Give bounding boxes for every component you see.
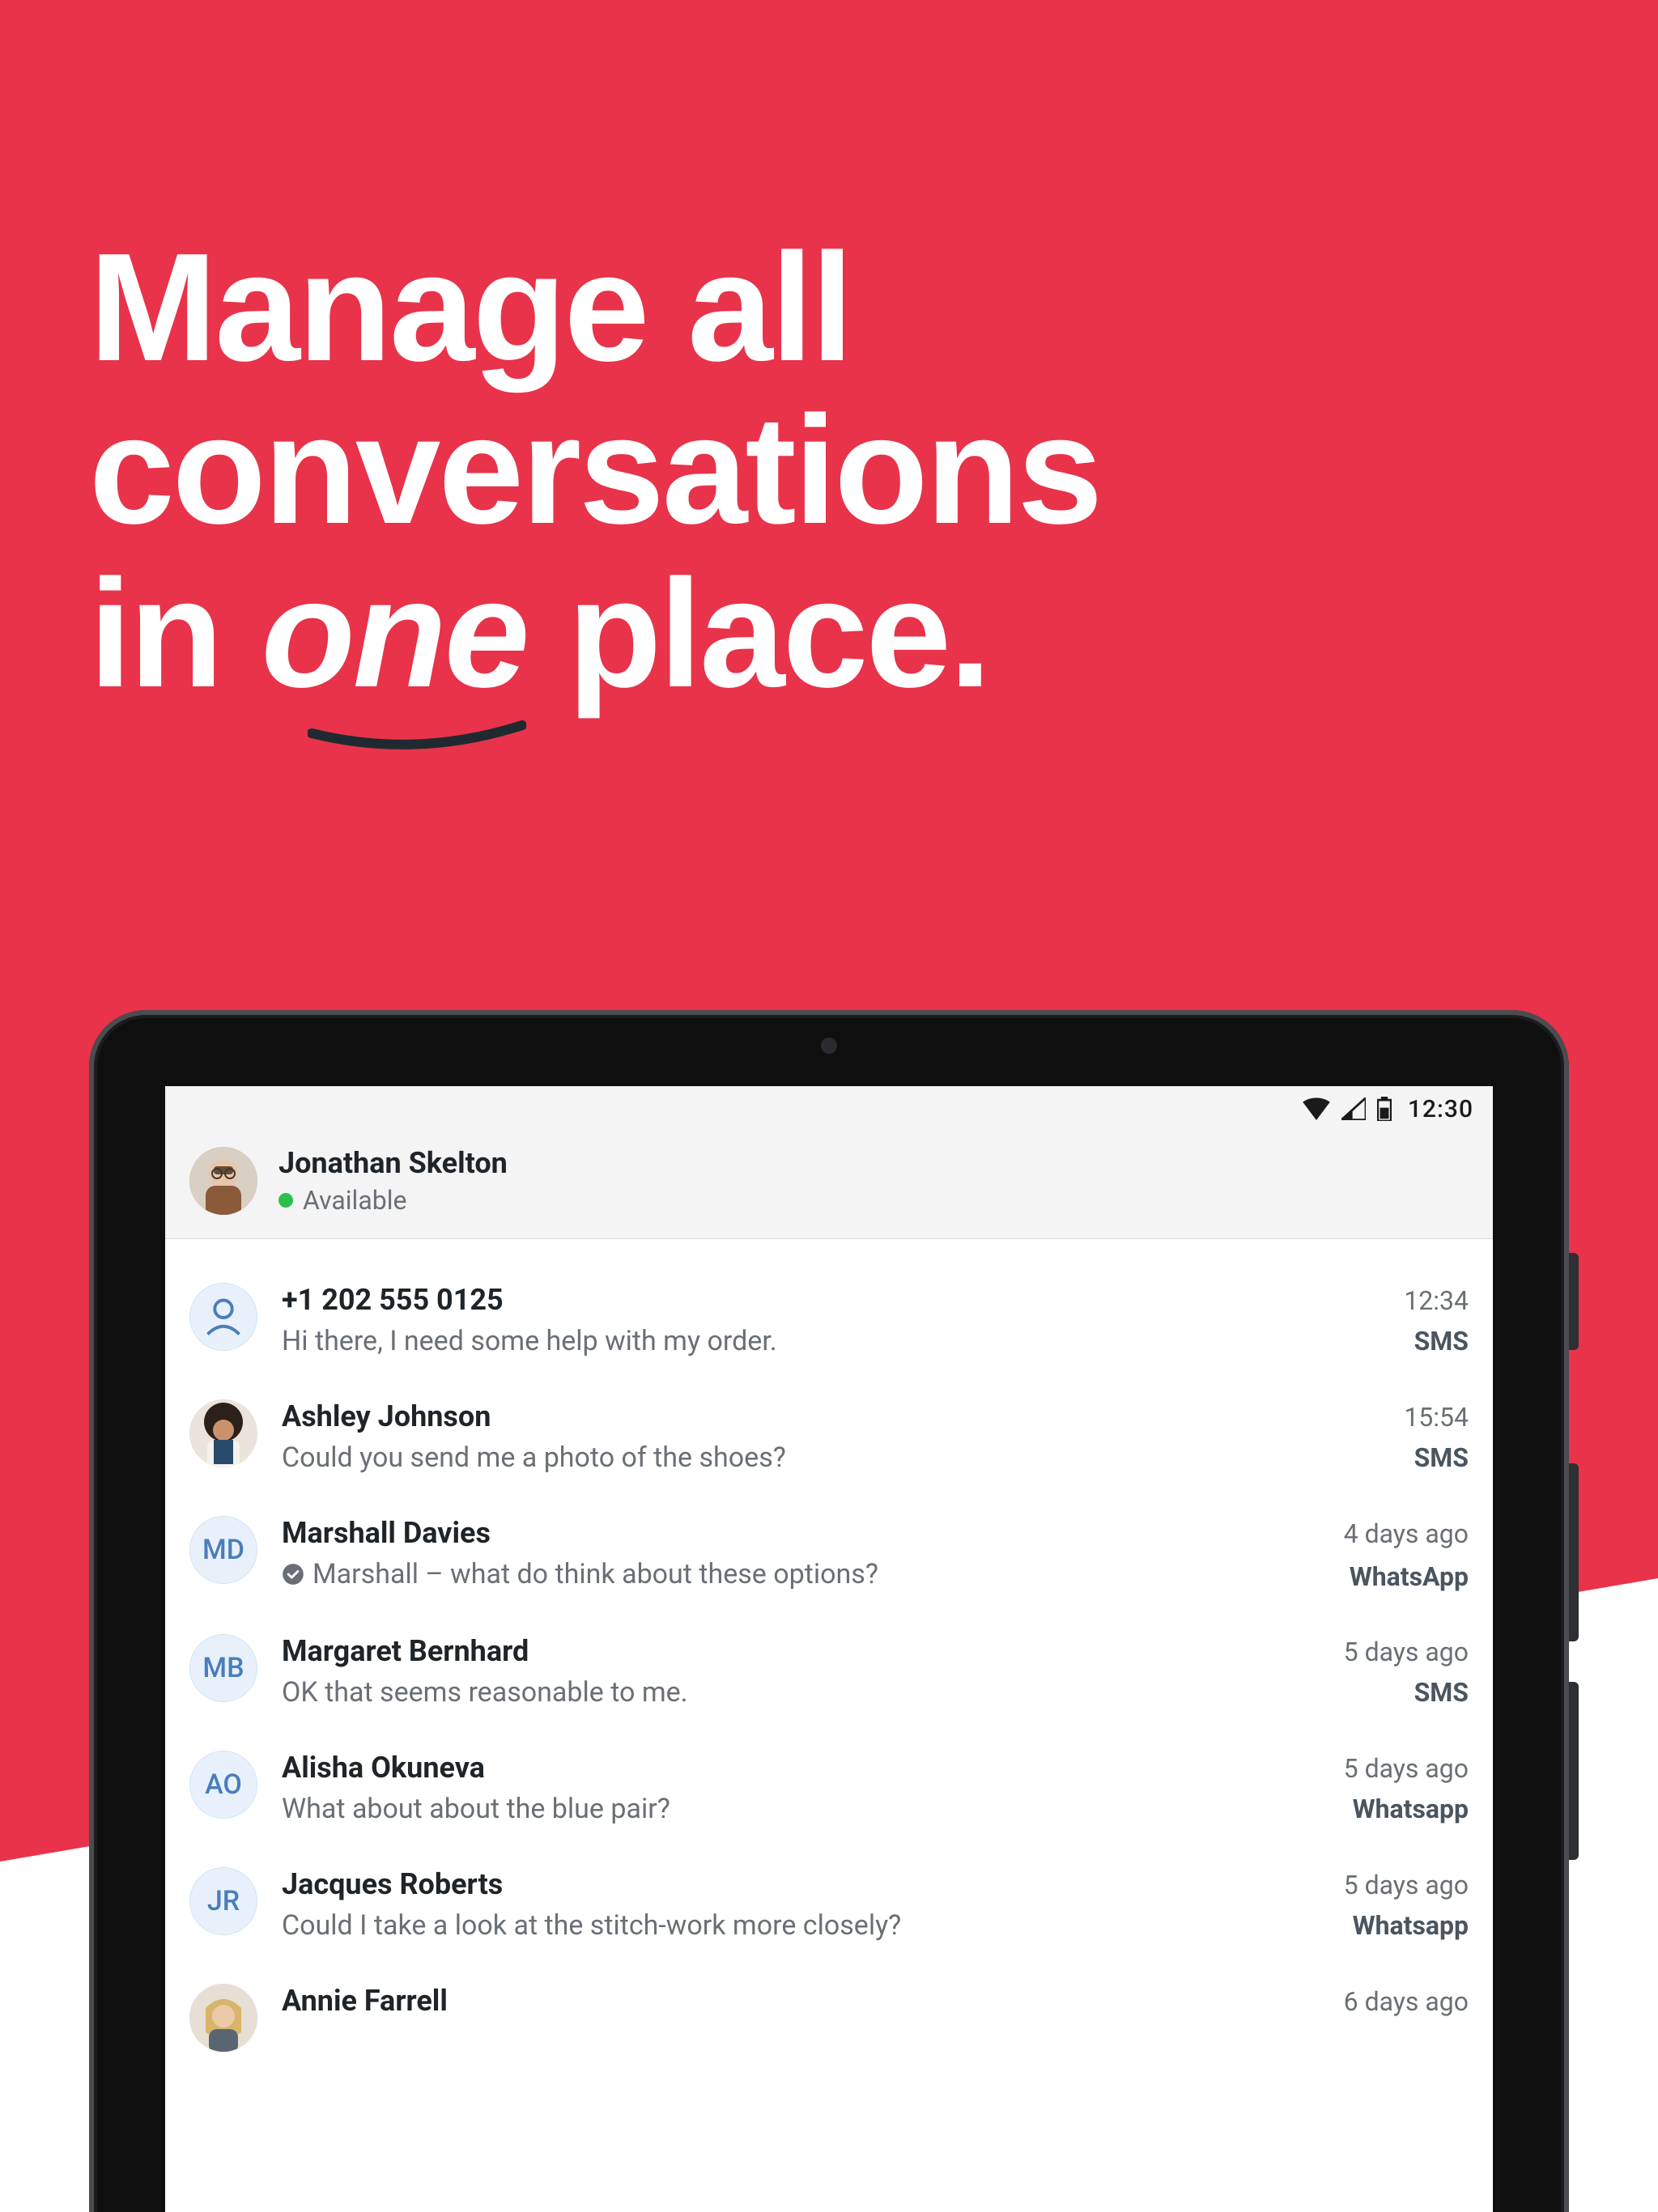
signal-icon <box>1341 1098 1366 1120</box>
conversation-name: +1 202 555 0125 <box>282 1283 504 1317</box>
conversation-time: 15:54 <box>1404 1402 1469 1433</box>
conversation-item[interactable]: MD Marshall Davies 4 days ago <box>189 1495 1469 1613</box>
avatar-initials: AO <box>189 1751 257 1819</box>
tablet-frame: 12:30 Jonathan Skelton <box>89 1010 1569 2212</box>
avatar-photo-icon <box>189 1399 257 1467</box>
conversation-item[interactable]: JR Jacques Roberts 5 days ago Could I ta… <box>189 1846 1469 1963</box>
status-bar: 12:30 <box>165 1086 1493 1131</box>
conversation-time: 5 days ago <box>1344 1870 1469 1900</box>
conversation-time: 5 days ago <box>1344 1637 1469 1667</box>
status-text: Available <box>303 1185 406 1216</box>
profile-avatar[interactable] <box>189 1147 257 1215</box>
conversation-preview: Could you send me a photo of the shoes? <box>282 1441 786 1474</box>
conversation-preview: OK that seems reasonable to me. <box>282 1676 688 1709</box>
conversation-item[interactable]: Annie Farrell 6 days ago <box>189 1963 1469 2073</box>
avatar-photo-icon <box>189 1984 257 2052</box>
conversation-time: 5 days ago <box>1344 1753 1469 1784</box>
conversation-preview: Hi there, I need some help with my order… <box>282 1325 777 1357</box>
avatar-unknown <box>189 1283 257 1351</box>
conversation-preview: Marshall – what do think about these opt… <box>282 1558 878 1590</box>
headline-line-1: Manage all <box>89 227 1100 389</box>
battery-icon <box>1377 1097 1392 1121</box>
app-screen: 12:30 Jonathan Skelton <box>165 1086 1493 2212</box>
conversation-name: Marshall Davies <box>282 1516 491 1550</box>
tablet-side-button <box>1569 1253 1579 1350</box>
profile-header[interactable]: Jonathan Skelton Available <box>165 1131 1493 1239</box>
avatar-initials: MD <box>189 1516 257 1584</box>
conversation-channel: SMS <box>1414 1326 1469 1356</box>
conversation-preview: Could I take a look at the stitch-work m… <box>282 1909 901 1942</box>
avatar-photo <box>189 1984 257 2052</box>
note-badge-icon <box>282 1563 304 1586</box>
tablet-side-button <box>1569 1682 1579 1860</box>
conversation-name: Ashley Johnson <box>282 1399 491 1433</box>
promo-headline: Manage all conversations in one place. <box>89 227 1100 715</box>
profile-status[interactable]: Available <box>278 1185 508 1216</box>
conversation-name: Margaret Bernhard <box>282 1634 529 1668</box>
conversation-item[interactable]: Ashley Johnson 15:54 Could you send me a… <box>189 1378 1469 1495</box>
conversation-name: Alisha Okuneva <box>282 1751 485 1785</box>
underline-swoosh-icon <box>308 719 526 751</box>
tablet-camera-icon <box>821 1038 837 1054</box>
conversation-item[interactable]: MB Margaret Bernhard 5 days ago OK that … <box>189 1613 1469 1730</box>
avatar-photo <box>189 1399 257 1467</box>
avatar-initials: MB <box>189 1634 257 1702</box>
wifi-icon <box>1303 1098 1330 1120</box>
conversation-preview: What about about the blue pair? <box>282 1793 670 1825</box>
conversation-time: 6 days ago <box>1344 1986 1469 2017</box>
person-icon <box>190 1284 257 1350</box>
conversation-channel: SMS <box>1414 1442 1469 1473</box>
conversation-name: Jacques Roberts <box>282 1867 503 1901</box>
headline-line-2: conversations <box>89 389 1100 552</box>
conversation-channel: SMS <box>1414 1677 1469 1708</box>
conversation-time: 4 days ago <box>1344 1518 1469 1549</box>
conversation-name: Annie Farrell <box>282 1984 448 2018</box>
avatar-initials: JR <box>189 1867 257 1935</box>
status-dot-icon <box>278 1193 293 1208</box>
headline-line-3: in one place. <box>89 553 1100 715</box>
conversation-channel: WhatsApp <box>1350 1561 1469 1592</box>
conversation-item[interactable]: +1 202 555 0125 12:34 Hi there, I need s… <box>189 1262 1469 1378</box>
headline-emphasis: one <box>261 553 528 715</box>
conversation-channel: Whatsapp <box>1353 1794 1469 1824</box>
status-time: 12:30 <box>1408 1095 1473 1123</box>
conversation-time: 12:34 <box>1404 1285 1469 1316</box>
conversation-list: +1 202 555 0125 12:34 Hi there, I need s… <box>165 1239 1493 2073</box>
conversation-item[interactable]: AO Alisha Okuneva 5 days ago What about … <box>189 1730 1469 1846</box>
profile-name: Jonathan Skelton <box>278 1146 508 1180</box>
conversation-channel: Whatsapp <box>1353 1910 1469 1941</box>
avatar-photo-icon <box>189 1147 257 1215</box>
tablet-side-button <box>1569 1463 1579 1641</box>
